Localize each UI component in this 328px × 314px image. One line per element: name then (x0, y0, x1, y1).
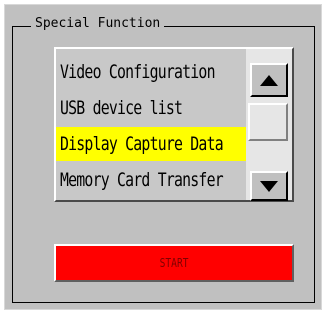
vertical-scrollbar[interactable] (246, 49, 292, 201)
function-listbox[interactable]: Video Configuration USB device list Disp… (54, 47, 294, 202)
list-item-display-capture-data[interactable]: Display Capture Data (56, 127, 246, 161)
scroll-thumb[interactable] (248, 103, 288, 141)
list-item-label: Video Configuration (60, 61, 215, 83)
list-item-usb-device-list[interactable]: USB device list (56, 91, 246, 125)
scroll-up-button[interactable] (250, 63, 288, 97)
group-title: Special Function (31, 15, 165, 33)
start-button[interactable]: START (54, 244, 294, 282)
list-item-video-configuration[interactable]: Video Configuration (56, 55, 246, 89)
list-area: Video Configuration USB device list Disp… (56, 49, 246, 200)
triangle-down-icon (260, 180, 278, 192)
list-item-label: Memory Card Transfer (60, 169, 224, 191)
list-item-label: USB device list (60, 97, 183, 119)
list-item-label: Display Capture Data (60, 133, 224, 155)
start-button-label: START (159, 256, 189, 270)
special-function-panel: Special Function Video Configuration USB… (4, 4, 322, 310)
triangle-up-icon (260, 74, 278, 86)
list-item-memory-card-transfer[interactable]: Memory Card Transfer (56, 163, 246, 197)
scroll-down-button[interactable] (250, 171, 288, 201)
